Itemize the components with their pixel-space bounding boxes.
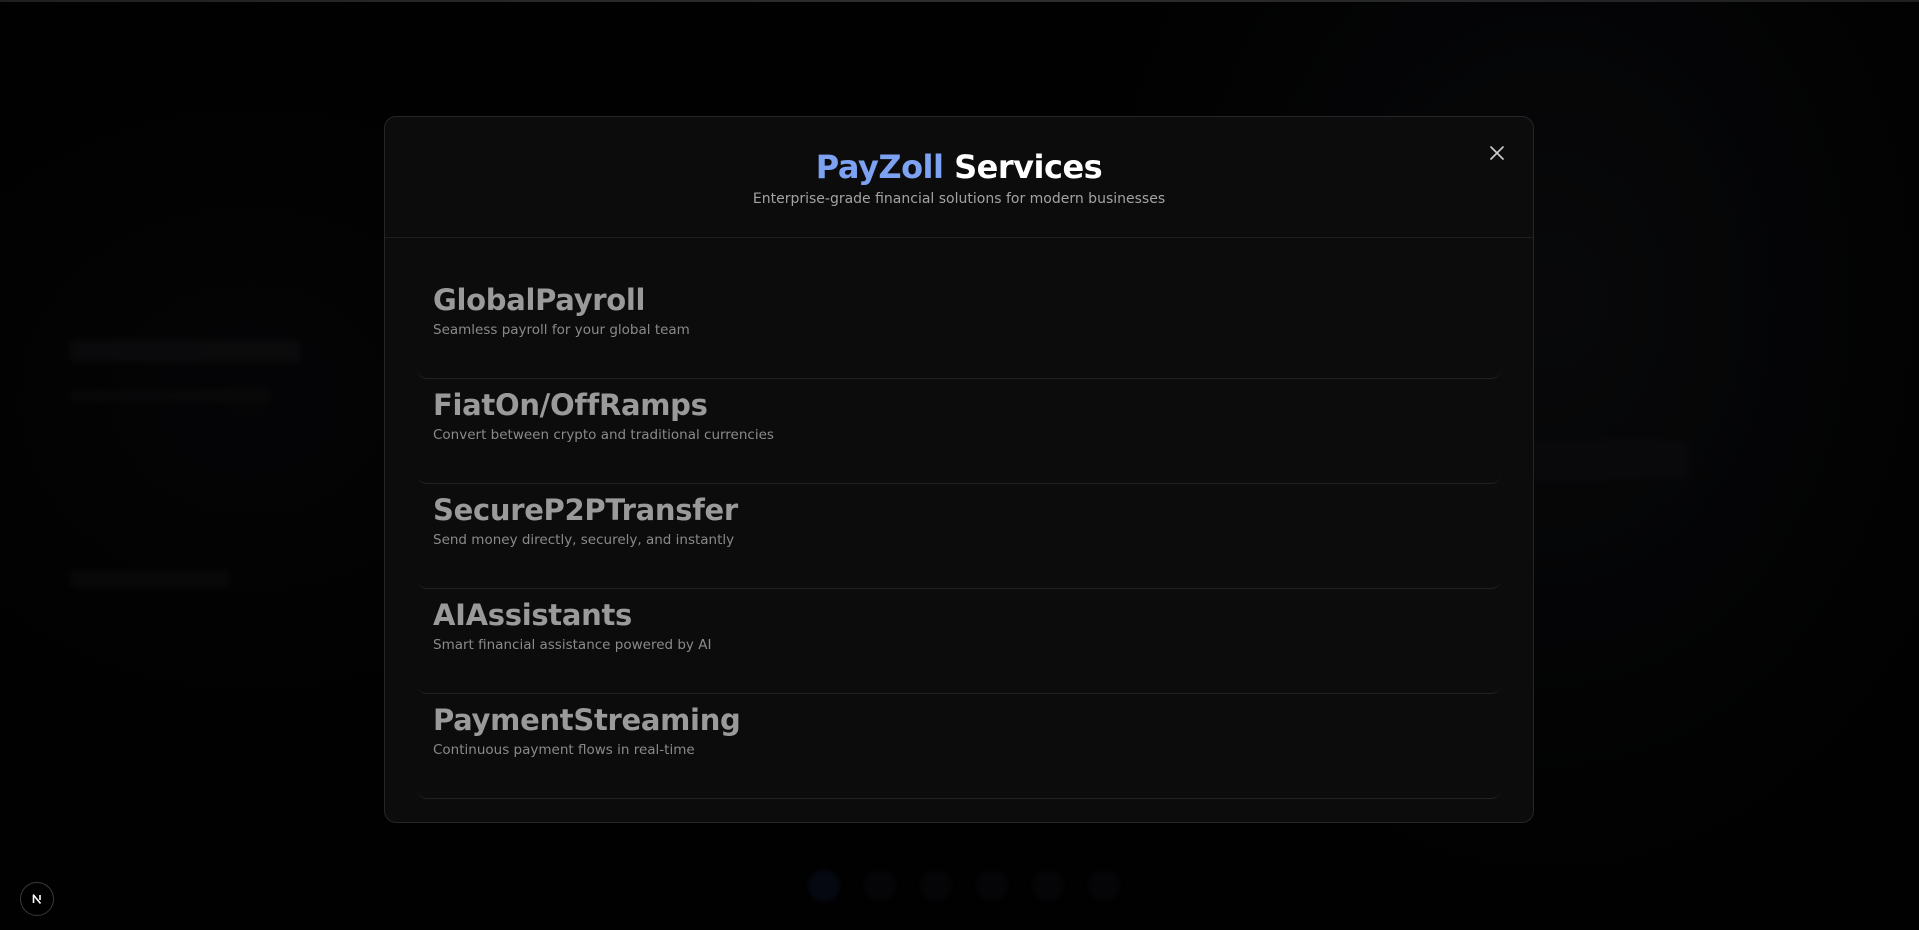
service-item-payment-streaming[interactable]: PaymentStreaming Continuous payment flow… — [417, 694, 1501, 799]
service-item-ai-assistants[interactable]: AIAssistants Smart financial assistance … — [417, 589, 1501, 694]
service-item-global-payroll[interactable]: GlobalPayroll Seamless payroll for your … — [417, 274, 1501, 379]
service-description: Smart financial assistance powered by AI — [433, 637, 712, 653]
modal-header: PayZoll Services Enterprise-grade financ… — [385, 117, 1533, 238]
service-name: PaymentStreaming — [433, 703, 741, 737]
service-description: Send money directly, securely, and insta… — [433, 532, 735, 548]
page: PayZoll Services Enterprise-grade financ… — [0, 0, 1919, 930]
nextjs-dev-badge[interactable] — [20, 882, 54, 916]
service-name: FiatOn/OffRamps — [433, 388, 708, 422]
modal-subtitle: Enterprise-grade financial solutions for… — [752, 191, 1166, 207]
modal-title: PayZoll Services — [385, 117, 1533, 187]
service-item-fiat-ramps[interactable]: FiatOn/OffRamps Convert between crypto a… — [417, 379, 1501, 484]
services-modal: PayZoll Services Enterprise-grade financ… — [384, 116, 1534, 823]
nextjs-logo-icon — [28, 890, 46, 908]
service-description: Continuous payment flows in real-time — [433, 742, 695, 758]
service-name: GlobalPayroll — [433, 283, 646, 317]
close-button[interactable] — [1485, 141, 1509, 165]
title-text: Services — [943, 148, 1103, 186]
service-description: Seamless payroll for your global team — [433, 322, 690, 338]
service-description: Convert between crypto and traditional c… — [433, 427, 774, 443]
service-name: SecureP2PTransfer — [433, 493, 738, 527]
close-icon — [1490, 146, 1504, 160]
service-name: AIAssistants — [433, 598, 633, 632]
services-list: GlobalPayroll Seamless payroll for your … — [385, 238, 1533, 799]
service-item-secure-p2p-transfer[interactable]: SecureP2PTransfer Send money directly, s… — [417, 484, 1501, 589]
brand-name: PayZoll — [815, 148, 944, 186]
